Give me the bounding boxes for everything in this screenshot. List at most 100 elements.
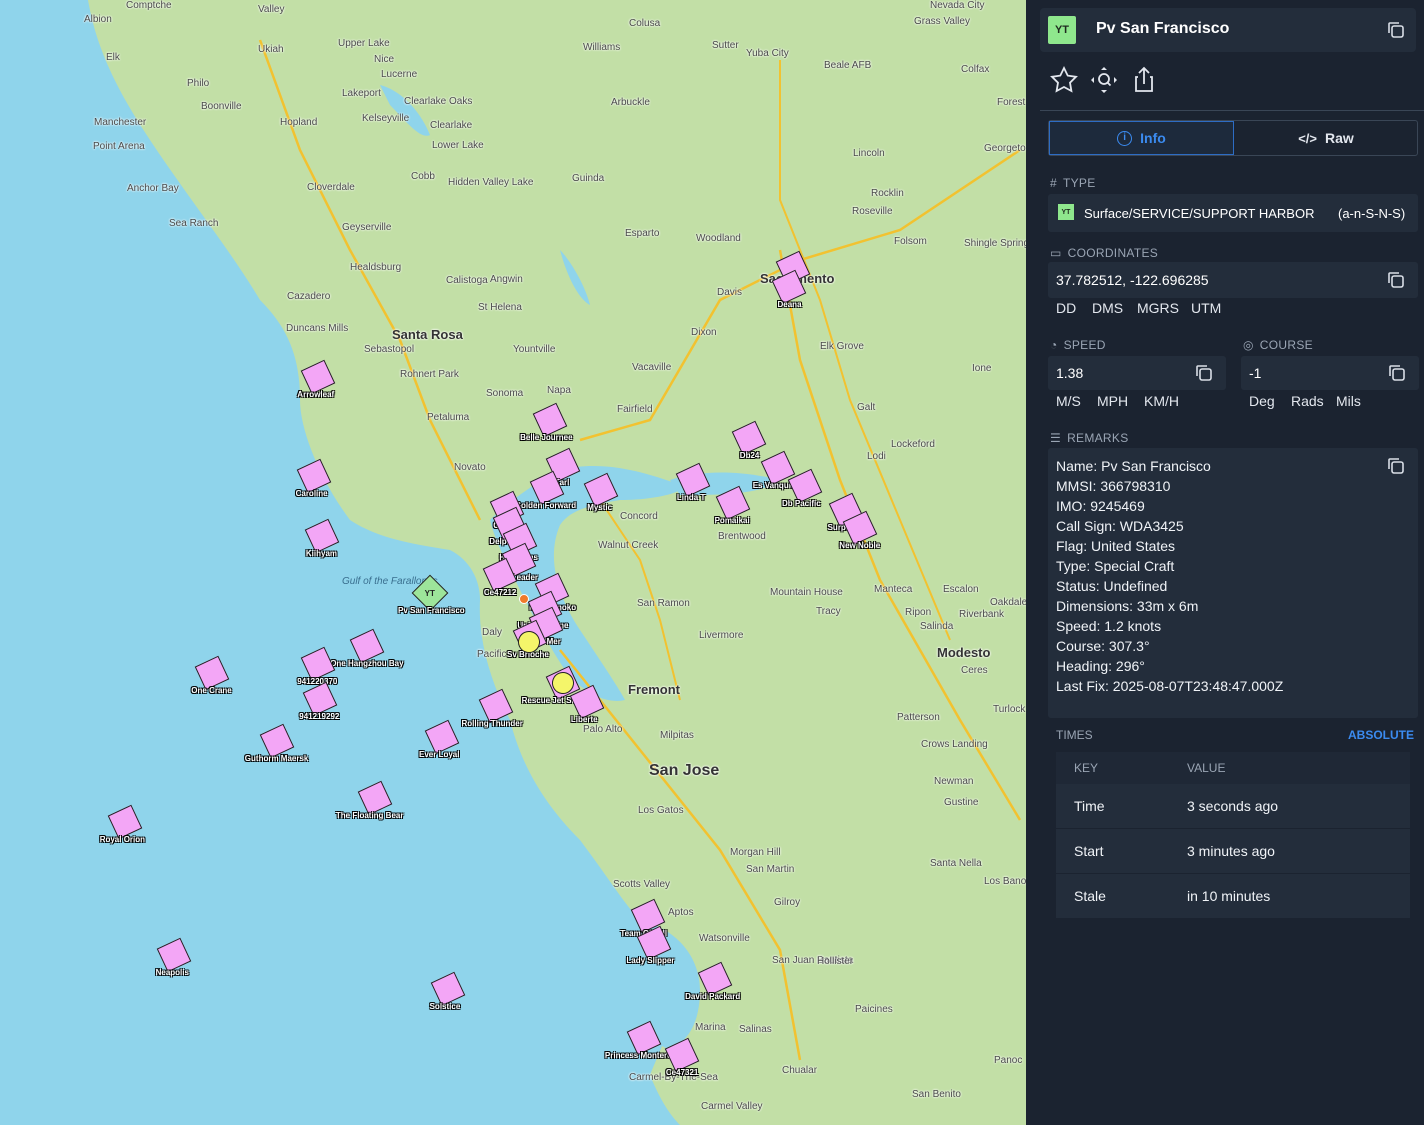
unit-label: Guthorm Maersk [244,754,309,763]
self-location-dot [519,594,529,604]
coord-format-mgrs[interactable]: MGRS [1137,300,1179,316]
clear-lake [380,85,430,136]
tab-raw[interactable]: </> Raw [1234,121,1418,155]
place-label: Watsonville [699,933,750,944]
place-label: Ukiah [258,44,284,55]
zoom-to-icon[interactable] [1088,64,1120,96]
place-label: Cloverdale [307,182,355,193]
place-label: Lincoln [853,148,885,159]
remark-line: MMSI: 366798310 [1056,478,1171,494]
place-label: Salinda [920,621,954,632]
unit-label: David Packard [685,992,741,1001]
unit-label: Ce47212 [483,588,517,597]
unit-label: New Noble [839,541,881,550]
place-label: Salinas [739,1024,772,1035]
type-value: Surface/SERVICE/SUPPORT HARBOR [1084,206,1315,221]
remark-line: Flag: United States [1056,538,1176,554]
detail-panel: YT Pv San Francisco i Info </> Raw # TYPE… [1026,0,1424,1125]
gauge-icon: ◔ [1050,338,1058,352]
place-label: Forest [997,97,1026,108]
place-label: Lodi [867,451,886,462]
place-label: Fairfield [617,404,653,415]
unit-label: Ever Loyal [419,750,460,759]
place-label: Dixon [691,327,717,338]
map-view[interactable]: Albion Comptche Valley Colusa Nevada City Gra… [0,0,1026,1125]
place-label: Escalon [943,584,979,595]
speed-unit-ms[interactable]: M/S [1056,393,1081,409]
ocean [0,0,680,1125]
course-unit-rads[interactable]: Rads [1291,393,1324,409]
row-key: Start [1074,843,1104,859]
place-label: Morgan Hill [730,847,781,858]
place-label: Hopland [280,117,318,128]
place-label: Beale AFB [824,60,872,71]
coord-format-dms[interactable]: DMS [1092,300,1123,316]
unit-label: Ce47321 [665,1068,699,1077]
course-value: -1 [1249,365,1262,381]
copy-remarks-icon[interactable] [1386,456,1406,476]
unit-label: Arrowleaf [297,390,335,399]
place-label: Boonville [201,101,242,112]
unit-type-badge: YT [1048,16,1076,44]
place-label: Aptos [668,907,694,918]
place-label: Nevada City [930,0,985,11]
place-label: Walnut Creek [598,540,659,551]
speed-unit-mph[interactable]: MPH [1097,393,1128,409]
speed-unit-kmh[interactable]: KM/H [1144,393,1179,409]
place-label: Palo Alto [583,724,623,735]
unit-title: Pv San Francisco [1096,20,1230,37]
row-value: in 10 minutes [1187,888,1271,904]
remark-line: Heading: 296° [1056,658,1145,674]
course-unit-mils[interactable]: Mils [1336,393,1361,409]
place-label: Albion [84,14,112,25]
share-icon[interactable] [1128,64,1160,96]
course-unit-deg[interactable]: Deg [1249,393,1275,409]
selected-unit-code: YT [424,588,436,598]
copy-coordinates-icon[interactable] [1386,270,1406,290]
tab-info[interactable]: i Info [1049,121,1234,155]
place-label: Newman [934,776,974,787]
unit-label: Belle Journee [520,433,573,442]
place-label: Pacific [477,649,507,660]
place-label: Napa [547,385,571,396]
copy-title-icon[interactable] [1386,20,1406,40]
times-mode-toggle[interactable]: ABSOLUTE [1348,728,1414,742]
place-label: Roseville [852,206,893,217]
place-label: Novato [454,462,486,473]
row-key: Stale [1074,888,1106,904]
place-label: Ione [972,363,992,374]
coord-format-dd[interactable]: DD [1056,300,1076,316]
unit-label: Db Pacific [782,499,821,508]
place-label: Lucerne [381,69,418,80]
panel-header: YT Pv San Francisco [1040,8,1416,52]
type-section-label: # TYPE [1050,176,1096,190]
place-label: Woodland [696,233,741,244]
place-label: Modesto [937,645,991,660]
place-label: San Ramon [637,598,690,609]
unit-label: One Hangzhou Bay [330,659,404,668]
place-label: Georgeto [984,143,1026,154]
star-icon[interactable] [1048,64,1080,96]
unit-label: Solstice [429,1002,461,1011]
place-label: Chualar [782,1065,818,1076]
coord-format-utm[interactable]: UTM [1191,300,1221,316]
place-label: Petaluma [427,412,470,423]
place-label: Lakeport [342,88,381,99]
course-label: COURSE [1259,338,1313,352]
place-label: Galt [857,402,876,413]
times-label: TIMES [1056,728,1093,742]
place-label: Clearlake Oaks [404,96,473,107]
lake-berryessa [560,250,590,305]
place-label: Arbuckle [611,97,650,108]
table-row: Start 3 minutes ago [1056,829,1410,874]
place-label: Vacaville [632,362,672,373]
place-label: Marina [695,1022,726,1033]
coordinates-box: 37.782512, -122.696285 [1048,262,1418,298]
place-label: Santa Rosa [392,327,463,342]
copy-speed-icon[interactable] [1194,363,1214,383]
place-label: Paicines [855,1004,893,1015]
unit-label: Rolling Thunder [461,719,523,728]
place-label: Rocklin [871,188,904,199]
place-label: Santa Nella [930,858,982,869]
copy-course-icon[interactable] [1387,363,1407,383]
